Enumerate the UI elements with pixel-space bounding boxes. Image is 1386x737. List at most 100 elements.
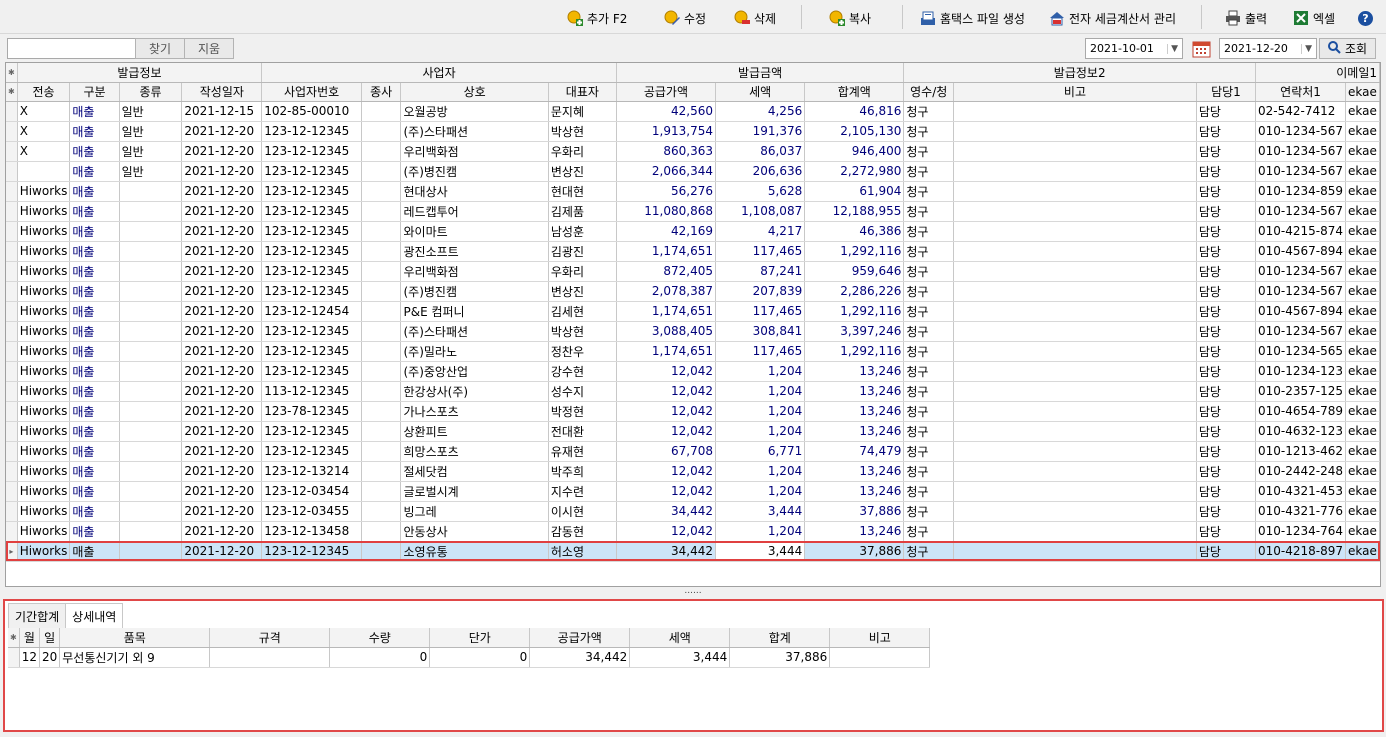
- table-cell[interactable]: 매출: [69, 341, 120, 362]
- table-cell[interactable]: 담당: [1196, 381, 1257, 402]
- detail-row[interactable]: 12 20 무선통신기기 외 9 0 0 34,442 3,444 37,886: [8, 647, 931, 668]
- table-cell[interactable]: [361, 181, 402, 202]
- table-cell[interactable]: 123-12-12345: [261, 361, 362, 382]
- table-cell[interactable]: 매출: [69, 401, 120, 422]
- table-cell[interactable]: 우리백화점: [400, 261, 549, 282]
- table-cell[interactable]: 308,841: [715, 321, 806, 342]
- table-cell[interactable]: 매출: [69, 181, 120, 202]
- table-cell[interactable]: 매출: [69, 541, 120, 562]
- table-cell[interactable]: ekae: [1345, 481, 1380, 502]
- table-row[interactable]: Hiworks 매출 2021-12-20 123-78-12345 가나스포츠 박정현 1…: [6, 401, 1380, 422]
- table-cell[interactable]: (주)스타패션: [400, 321, 549, 342]
- table-cell[interactable]: 청구: [903, 181, 955, 202]
- table-cell[interactable]: [953, 201, 1197, 222]
- table-cell[interactable]: Hiworks: [17, 441, 71, 462]
- table-cell[interactable]: [361, 241, 402, 262]
- table-cell[interactable]: 123-78-12345: [261, 401, 362, 422]
- table-cell[interactable]: 담당: [1196, 401, 1257, 422]
- table-cell[interactable]: [119, 441, 183, 462]
- row-indicator[interactable]: [6, 221, 18, 242]
- table-cell[interactable]: Hiworks: [17, 221, 71, 242]
- table-cell[interactable]: 206,636: [715, 161, 806, 182]
- detail-cell[interactable]: 37,886: [729, 647, 831, 668]
- table-cell[interactable]: ekae: [1345, 301, 1380, 322]
- table-cell[interactable]: [361, 161, 402, 182]
- table-cell[interactable]: [953, 301, 1197, 322]
- column-header[interactable]: 종사: [361, 82, 402, 102]
- table-cell[interactable]: [119, 261, 183, 282]
- table-row[interactable]: Hiworks 매출 2021-12-20 123-12-12345 광진소프트 김광진 1…: [6, 241, 1380, 262]
- table-cell[interactable]: 청구: [903, 141, 955, 162]
- table-cell[interactable]: 매출: [69, 301, 120, 322]
- table-cell[interactable]: 담당: [1196, 201, 1257, 222]
- chevron-down-icon[interactable]: ▼: [1301, 43, 1312, 54]
- row-indicator[interactable]: [6, 161, 18, 182]
- row-indicator[interactable]: [6, 381, 18, 402]
- table-cell[interactable]: 박상현: [548, 121, 617, 142]
- detail-column-header[interactable]: 월: [19, 628, 40, 648]
- table-cell[interactable]: 담당: [1196, 521, 1257, 542]
- table-cell[interactable]: 010-4632-123: [1255, 421, 1347, 442]
- table-cell[interactable]: 5,628: [715, 181, 806, 202]
- table-cell[interactable]: 1,174,651: [616, 301, 717, 322]
- table-cell[interactable]: Hiworks: [17, 281, 71, 302]
- row-indicator[interactable]: [8, 647, 20, 668]
- table-cell[interactable]: 2021-12-20: [181, 401, 263, 422]
- table-cell[interactable]: [361, 361, 402, 382]
- table-row[interactable]: Hiworks 매출 2021-12-20 123-12-12345 우리백화점 우화리 8…: [6, 261, 1380, 282]
- table-cell[interactable]: ekae: [1345, 541, 1380, 562]
- table-cell[interactable]: ekae: [1345, 101, 1380, 122]
- detail-cell[interactable]: 12: [19, 647, 40, 668]
- table-cell[interactable]: [953, 381, 1197, 402]
- table-row[interactable]: Hiworks 매출 2021-12-20 123-12-12345 (주)중앙산업 강수…: [6, 361, 1380, 382]
- find-button[interactable]: 찾기: [135, 38, 185, 59]
- table-cell[interactable]: 2021-12-20: [181, 521, 263, 542]
- table-cell[interactable]: Hiworks: [17, 321, 71, 342]
- table-cell[interactable]: ekae: [1345, 401, 1380, 422]
- table-cell[interactable]: [361, 421, 402, 442]
- table-cell[interactable]: 12,188,955: [804, 201, 905, 222]
- table-cell[interactable]: 담당: [1196, 341, 1257, 362]
- table-cell[interactable]: [361, 301, 402, 322]
- table-cell[interactable]: Hiworks: [17, 541, 71, 562]
- etax-invoice-button[interactable]: 전자 세금계산서 관리: [1049, 7, 1176, 29]
- table-cell[interactable]: [119, 201, 183, 222]
- table-cell[interactable]: 61,904: [804, 181, 905, 202]
- column-header[interactable]: 사업자번호: [261, 82, 362, 102]
- table-cell[interactable]: 113-12-12345: [261, 381, 362, 402]
- table-cell[interactable]: 3,397,246: [804, 321, 905, 342]
- table-cell[interactable]: 946,400: [804, 141, 905, 162]
- table-cell[interactable]: 3,444: [715, 501, 806, 522]
- table-cell[interactable]: ekae: [1345, 261, 1380, 282]
- table-row[interactable]: 매출 일반 2021-12-20 123-12-12345 (주)병진캠 변상진 2,066…: [6, 161, 1380, 182]
- table-cell[interactable]: 담당: [1196, 281, 1257, 302]
- table-cell[interactable]: 희망스포츠: [400, 441, 549, 462]
- table-cell[interactable]: 010-4218-897: [1255, 541, 1347, 562]
- table-cell[interactable]: [953, 421, 1197, 442]
- table-cell[interactable]: [953, 261, 1197, 282]
- row-indicator[interactable]: [6, 201, 18, 222]
- table-cell[interactable]: 매출: [69, 241, 120, 262]
- table-cell[interactable]: 우화리: [548, 141, 617, 162]
- query-button[interactable]: 조회: [1319, 38, 1376, 59]
- table-cell[interactable]: [953, 481, 1197, 502]
- table-cell[interactable]: [361, 221, 402, 242]
- table-cell[interactable]: Hiworks: [17, 301, 71, 322]
- table-cell[interactable]: 청구: [903, 361, 955, 382]
- table-cell[interactable]: 매출: [69, 281, 120, 302]
- table-cell[interactable]: [953, 221, 1197, 242]
- table-cell[interactable]: 담당: [1196, 441, 1257, 462]
- table-cell[interactable]: 34,442: [616, 541, 717, 562]
- table-cell[interactable]: 11,080,868: [616, 201, 717, 222]
- table-cell[interactable]: 절세닷컴: [400, 461, 549, 482]
- table-cell[interactable]: 2,066,344: [616, 161, 717, 182]
- table-cell[interactable]: [953, 341, 1197, 362]
- table-cell[interactable]: 매출: [69, 501, 120, 522]
- table-cell[interactable]: 강수현: [548, 361, 617, 382]
- table-cell[interactable]: 문지혜: [548, 101, 617, 122]
- table-cell[interactable]: (주)스타패션: [400, 121, 549, 142]
- table-cell[interactable]: 2,105,130: [804, 121, 905, 142]
- table-cell[interactable]: 13,246: [804, 381, 905, 402]
- table-row[interactable]: Hiworks 매출 2021-12-20 113-12-12345 한강상사(주) 성수…: [6, 381, 1380, 402]
- table-cell[interactable]: 010-1234-567: [1255, 201, 1347, 222]
